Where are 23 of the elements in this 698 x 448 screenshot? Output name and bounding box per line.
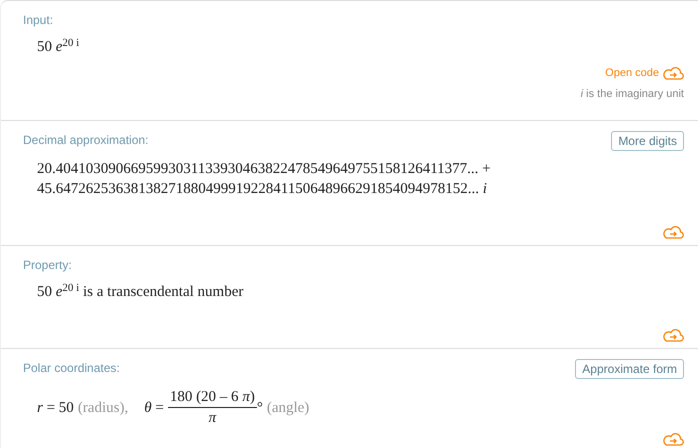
note-text: (angle) xyxy=(266,398,310,418)
pod-title: Decimal approximation: xyxy=(23,132,148,149)
cloud-arrow-icon[interactable] xyxy=(663,225,684,239)
note-text: i is the imaginary unit xyxy=(580,86,684,102)
math-line: 50 e$^{20 i}$ is a transcendental number xyxy=(36,282,244,302)
math-line: 45.6472625363813827188049991922841150648966291854094978152... i xyxy=(36,180,488,199)
pod-button[interactable]: Approximate form xyxy=(575,359,684,379)
open-code-link[interactable]: Open code xyxy=(605,65,659,82)
note-text: (radius), xyxy=(78,398,128,418)
cloud-arrow-icon[interactable] xyxy=(663,328,684,342)
pod-title: Input: xyxy=(23,12,54,29)
math-line: 20.4041030906695993031133930463822478549649755158126411377... + xyxy=(36,160,492,179)
math-expression: r = 50 xyxy=(37,398,74,418)
degree-sign: ° xyxy=(256,398,263,418)
pod-button[interactable]: More digits xyxy=(611,131,684,151)
fraction-denominator: π xyxy=(208,409,216,428)
fraction-numerator: 180 (20 – 6 π) xyxy=(168,387,257,408)
math-expression: θ = xyxy=(144,398,164,418)
cloud-arrow-icon[interactable] xyxy=(663,432,684,446)
cloud-arrow-icon[interactable] xyxy=(663,66,684,80)
math-expression: 50 e$^{20 i}$ xyxy=(36,37,80,57)
pod-title: Polar coordinates: xyxy=(23,360,120,377)
pod-title: Property: xyxy=(23,257,72,274)
